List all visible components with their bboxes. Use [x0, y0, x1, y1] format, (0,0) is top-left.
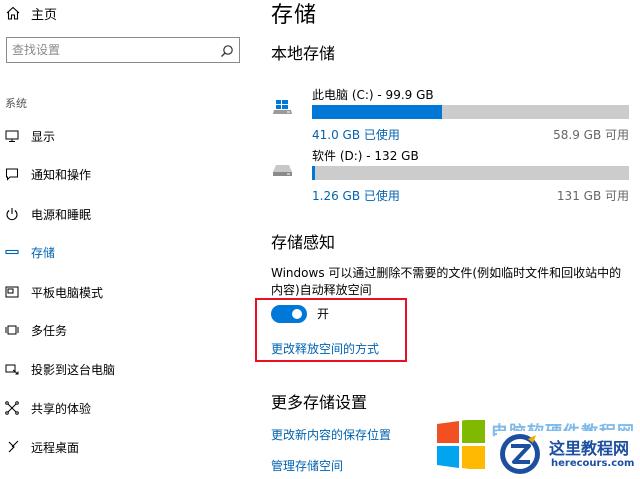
sidebar-item-label: 投影到这台电脑	[31, 362, 116, 377]
search-input[interactable]	[12, 41, 212, 59]
usage-bar-fill	[312, 105, 442, 119]
storage-sense-description: Windows 可以通过删除不需要的文件(例如临时文件和回收站中的内容)自动释放…	[271, 266, 622, 297]
sidebar-item-label: 显示	[31, 129, 56, 144]
sidebar-item-power[interactable]: 电源和睡眠	[0, 202, 240, 226]
storage-icon	[4, 244, 20, 260]
drive-c[interactable]: 此电脑 (C:) - 99.9 GB 41.0 GB 已使用 58.9 GB 可…	[271, 86, 631, 146]
usage-bar-fill	[312, 166, 315, 180]
sidebar-item-projecting[interactable]: 投影到这台电脑	[0, 357, 240, 381]
free-space: 58.9 GB 可用	[553, 128, 629, 142]
sidebar-item-tablet-mode[interactable]: 平板电脑模式	[0, 280, 240, 304]
sidebar-item-multitasking[interactable]: 多任务	[0, 318, 240, 342]
sidebar-item-label: 通知和操作	[31, 167, 92, 182]
usage-bar	[312, 166, 629, 180]
watermark-badge: 这里教程网 herecours.com	[497, 431, 637, 477]
drive-name: 此电脑 (C:) - 99.9 GB	[312, 88, 434, 102]
notification-icon	[4, 166, 20, 182]
windows-drive-icon	[273, 100, 293, 120]
section-label-system: 系统	[5, 97, 27, 110]
used-space: 41.0 GB 已使用	[312, 128, 400, 142]
sidebar-item-label: 存储	[31, 245, 56, 260]
tablet-mode-icon	[4, 284, 20, 300]
sidebar-item-label: 共享的体验	[31, 401, 92, 416]
sidebar-item-remote-desktop[interactable]: 远程桌面	[0, 435, 240, 459]
multitasking-icon	[4, 322, 20, 338]
site-emblem-icon	[500, 434, 540, 474]
sidebar-item-label: 远程桌面	[31, 440, 80, 455]
sidebar-item-storage[interactable]: 存储	[0, 240, 240, 264]
sidebar-item-label: 多任务	[31, 323, 68, 338]
drive-name: 软件 (D:) - 132 GB	[312, 149, 419, 163]
home-label: 主页	[31, 7, 58, 23]
usage-bar	[312, 105, 629, 119]
sidebar-item-display[interactable]: 显示	[0, 124, 240, 148]
page-title: 存储	[271, 3, 318, 28]
search-box[interactable]	[6, 37, 240, 63]
shared-experiences-icon	[4, 400, 20, 416]
monitor-icon	[4, 128, 20, 144]
watermark-site-url: herecours.com	[551, 458, 635, 469]
windows-logo-icon	[437, 420, 485, 469]
storage-sense-heading: 存储感知	[271, 233, 336, 252]
home-link[interactable]: 主页	[5, 3, 57, 23]
used-space: 1.26 GB 已使用	[312, 189, 400, 203]
change-save-location-link[interactable]: 更改新内容的保存位置	[271, 426, 391, 443]
hard-drive-icon	[273, 161, 293, 181]
sidebar-item-label: 电源和睡眠	[31, 207, 92, 222]
projecting-icon	[4, 361, 20, 377]
more-storage-settings-heading: 更多存储设置	[271, 393, 368, 412]
storage-page: 存储 本地存储 此电脑 (C:) - 99.9 GB 41.0 GB 已使用 5…	[271, 0, 640, 479]
free-space: 131 GB 可用	[556, 189, 629, 203]
sidebar-item-label: 平板电脑模式	[31, 285, 104, 300]
watermark-site-name: 这里教程网	[549, 439, 630, 458]
highlight-box	[255, 298, 407, 362]
drive-d[interactable]: 软件 (D:) - 132 GB 1.26 GB 已使用 131 GB 可用	[271, 147, 631, 207]
home-icon	[6, 6, 20, 20]
manage-storage-spaces-link[interactable]: 管理存储空间	[271, 457, 343, 474]
power-icon	[4, 206, 20, 222]
remote-desktop-icon	[4, 439, 20, 455]
search-icon	[221, 45, 233, 57]
sidebar-item-notifications[interactable]: 通知和操作	[0, 162, 240, 186]
sidebar-item-shared-experiences[interactable]: 共享的体验	[0, 396, 240, 420]
search-button[interactable]	[220, 43, 234, 62]
local-storage-heading: 本地存储	[271, 44, 336, 63]
settings-sidebar: 主页 系统 显示 通知和操作 电源和睡眠 存储	[0, 0, 250, 479]
